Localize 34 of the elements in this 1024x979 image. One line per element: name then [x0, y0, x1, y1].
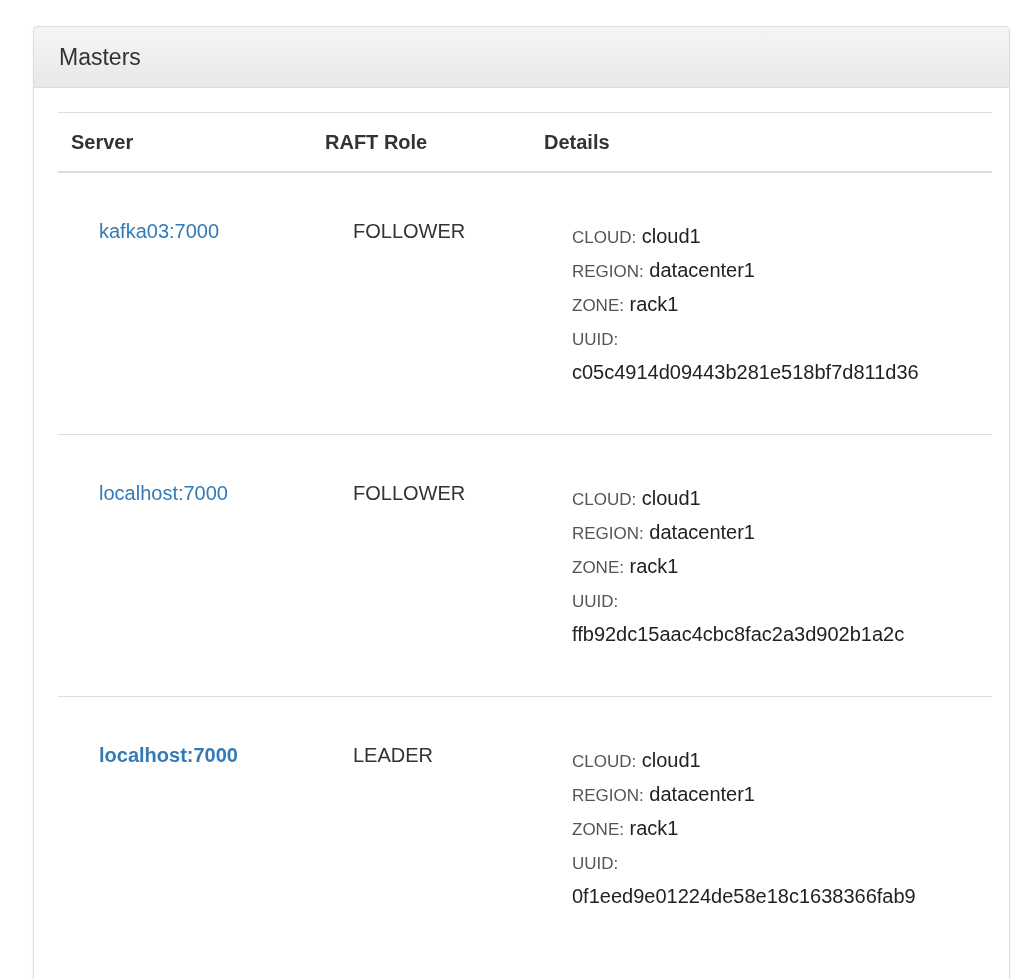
- column-header: RAFT Role: [325, 131, 428, 153]
- detail-value: c05c4914d09443b281e518bf7d811d36: [572, 361, 919, 383]
- raft-role: LEADER: [353, 744, 434, 766]
- raft-role: FOLLOWER: [353, 482, 466, 504]
- detail-label: ZONE:: [572, 820, 624, 839]
- panel-title: Masters: [59, 44, 142, 71]
- detail-value: 0f1eed9e01224de58e18c1638366fab9: [572, 885, 916, 907]
- detail-label: UUID:: [572, 330, 619, 349]
- detail-label: CLOUD:: [572, 752, 637, 771]
- detail-label: CLOUD:: [572, 228, 637, 247]
- detail-value: rack1: [629, 817, 679, 839]
- column-header: Server: [71, 131, 134, 153]
- detail-label: REGION:: [572, 524, 644, 543]
- detail-label: CLOUD:: [572, 490, 637, 509]
- server-link[interactable]: localhost:7000: [99, 744, 238, 766]
- detail-label: ZONE:: [572, 296, 624, 315]
- column-header: Details: [544, 131, 610, 153]
- server-link[interactable]: localhost:7000: [99, 482, 228, 504]
- detail-label: REGION:: [572, 262, 644, 281]
- detail-value: cloud1: [641, 487, 701, 509]
- detail-value: ffb92dc15aac4cbc8fac2a3d902b1a2c: [572, 623, 905, 645]
- detail-label: UUID:: [572, 854, 619, 873]
- detail-label: ZONE:: [572, 558, 624, 577]
- detail-label: REGION:: [572, 786, 644, 805]
- detail-value: datacenter1: [649, 259, 755, 281]
- detail-value: datacenter1: [649, 521, 755, 543]
- detail-value: cloud1: [641, 749, 701, 771]
- raft-role: FOLLOWER: [353, 220, 466, 242]
- server-link[interactable]: kafka03:7000: [99, 220, 220, 242]
- detail-value: rack1: [629, 293, 679, 315]
- detail-value: rack1: [629, 555, 679, 577]
- detail-value: cloud1: [641, 225, 701, 247]
- detail-label: UUID:: [572, 592, 619, 611]
- detail-value: datacenter1: [649, 783, 755, 805]
